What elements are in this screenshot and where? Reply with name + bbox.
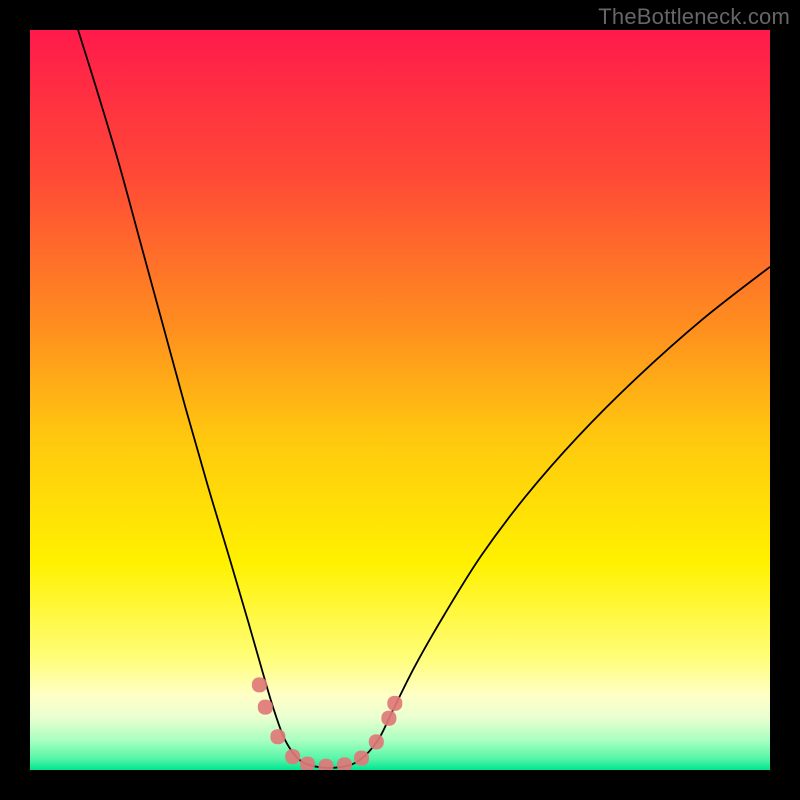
watermark-text: TheBottleneck.com xyxy=(598,4,790,30)
bottleneck-curve xyxy=(78,30,770,768)
chart-frame: TheBottleneck.com xyxy=(0,0,800,800)
curve-layer xyxy=(30,30,770,770)
plot-area xyxy=(30,30,770,770)
threshold-markers xyxy=(252,677,402,770)
